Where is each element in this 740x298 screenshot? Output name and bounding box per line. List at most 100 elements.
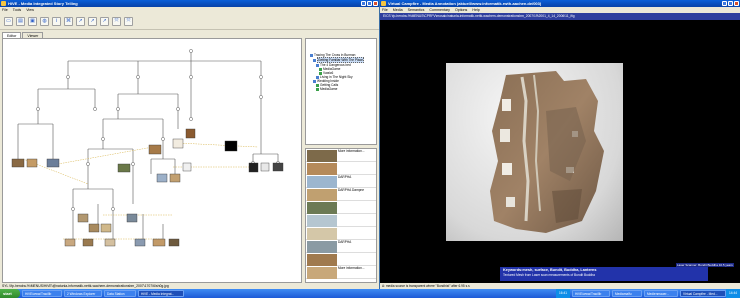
taskbar-item[interactable]: HiVE/www/Trac/lib xyxy=(572,290,611,297)
minimize-button[interactable] xyxy=(361,1,366,6)
menu-tools[interactable]: Tools xyxy=(13,7,21,13)
media-thumb xyxy=(152,238,166,247)
media-list-item[interactable] xyxy=(306,214,376,227)
media-list-label: DARPHA xyxy=(338,175,352,179)
open-folder-icon[interactable]: ▤ xyxy=(16,16,25,26)
media-thumb xyxy=(172,138,184,149)
info-icon[interactable]: i xyxy=(52,16,61,26)
story-node-icon xyxy=(313,58,316,62)
media-thumbnail xyxy=(306,214,337,227)
media-thumbnail xyxy=(306,253,337,266)
add-media-icon[interactable]: ↗ xyxy=(88,16,97,26)
story-outline[interactable]: Tracing The Cross in Burman Getting Famil… xyxy=(305,38,377,145)
media-thumb xyxy=(126,213,138,223)
menu-view[interactable]: View xyxy=(26,7,34,13)
link-icon[interactable]: ⌘ xyxy=(64,16,73,26)
outline-item[interactable]: MediaGame xyxy=(310,87,374,91)
cross-links xyxy=(22,142,259,240)
minimize-button[interactable] xyxy=(722,1,727,6)
media-thumb xyxy=(182,162,192,172)
taskbar-item[interactable]: Data Station xyxy=(104,290,136,297)
add-link-icon[interactable]: ↗ xyxy=(100,16,109,26)
close-button[interactable] xyxy=(373,1,378,6)
start-button[interactable]: start xyxy=(0,289,20,298)
media-thumbnail xyxy=(306,175,337,188)
media-thumbnail xyxy=(306,188,337,201)
media-list-item[interactable] xyxy=(306,162,376,175)
story-node-icon xyxy=(313,79,316,83)
menu-file[interactable]: File xyxy=(2,7,8,13)
editor-tabs: Editor Viewer xyxy=(0,30,379,38)
story-tree-canvas[interactable] xyxy=(2,38,302,283)
collapse-icon[interactable]: ⤧ xyxy=(124,16,133,26)
hive-titlebar[interactable]: HiVE - Media Integrated Story Telling xyxy=(0,0,379,7)
media-list-item[interactable]: More information... xyxy=(306,266,376,279)
3d-viewer[interactable] xyxy=(446,63,623,241)
close-button[interactable] xyxy=(734,1,739,6)
media-thumb xyxy=(185,128,196,139)
maximize-button[interactable] xyxy=(367,1,372,6)
media-thumb xyxy=(168,238,180,247)
media-thumbnail xyxy=(306,266,337,279)
media-list-label xyxy=(337,253,338,265)
hive-window: HiVE - Media Integrated Story Telling Fi… xyxy=(0,0,379,289)
media-node-icon xyxy=(319,67,322,71)
media-thumb xyxy=(134,238,146,247)
media-thumbnail xyxy=(306,227,337,240)
taskbar-item[interactable]: 2 Windows Explorer xyxy=(64,290,102,297)
media-list-item[interactable]: DARPHA xyxy=(306,175,376,188)
media-caption: Keywords:mesh, surface, Bundit, Buddha, … xyxy=(500,267,708,281)
media-thumb xyxy=(224,140,238,152)
textured-mesh-image[interactable] xyxy=(486,71,606,236)
hive-toolbar: ▭ ▤ ▣ ◍ i ⌘ ↗ ↗ ↗ ⤧ ⤧ xyxy=(0,13,379,30)
clock-right: 14:44 xyxy=(726,289,740,298)
taskbar-item[interactable]: Medienmauer... xyxy=(644,290,679,297)
save-icon[interactable]: ▣ xyxy=(28,16,37,26)
taskbar-item[interactable]: Mediamalfu xyxy=(612,290,643,297)
media-list-item[interactable]: More information... xyxy=(306,149,376,162)
media-list-item[interactable] xyxy=(306,227,376,240)
media-list[interactable]: More information... DARPHA DARPHA Dampne DA… xyxy=(305,148,377,283)
media-thumb xyxy=(26,158,38,168)
tree-nodes xyxy=(36,49,280,211)
app-icon xyxy=(1,1,6,6)
taskbar-item[interactable]: Virtual Campfire - Med... xyxy=(680,290,727,297)
hive-side-panel: Tracing The Cross in Burman Getting Famil… xyxy=(305,38,377,283)
maximize-button[interactable] xyxy=(728,1,733,6)
media-thumb xyxy=(46,158,60,168)
media-list-item[interactable] xyxy=(306,201,376,214)
media-thumbnail xyxy=(306,201,337,214)
expand-icon[interactable]: ⤧ xyxy=(112,16,121,26)
media-thumb xyxy=(148,144,162,155)
media-thumb xyxy=(260,162,270,172)
media-thumb xyxy=(11,158,25,168)
media-node-icon xyxy=(316,83,319,87)
media-thumb xyxy=(169,173,181,183)
media-thumbnail xyxy=(306,240,337,253)
arrange-icon[interactable]: ◍ xyxy=(40,16,49,26)
media-path: EICS \fp-hendra-%\MENUS\CPRFV\mosaic\nat… xyxy=(380,13,740,20)
media-thumb xyxy=(82,238,94,247)
campfire-window: Virtual Campfire - Media Annotation (akt… xyxy=(380,0,740,289)
media-list-item[interactable]: DARPHA xyxy=(306,240,376,253)
media-thumb xyxy=(272,162,284,172)
taskbar-item[interactable]: HiVE/www/Trac/lib xyxy=(22,290,62,297)
story-node-icon xyxy=(310,53,313,57)
taskbar-item[interactable]: HiVE - Media Integrat... xyxy=(138,290,184,297)
add-node-icon[interactable]: ↗ xyxy=(76,16,85,26)
media-list-label xyxy=(337,162,338,174)
media-list-item[interactable] xyxy=(306,253,376,266)
campfire-title: Virtual Campfire - Media Annotation (akt… xyxy=(388,1,542,6)
media-list-item[interactable]: DARPHA Dampne xyxy=(306,188,376,201)
media-thumb xyxy=(64,238,76,247)
campfire-titlebar[interactable]: Virtual Campfire - Media Annotation (akt… xyxy=(380,0,740,7)
new-icon[interactable]: ▭ xyxy=(4,16,13,26)
story-tree-graph[interactable] xyxy=(3,39,303,284)
media-thumb xyxy=(104,238,116,247)
media-thumb xyxy=(156,173,168,183)
media-list-label xyxy=(337,227,338,239)
caption-description: Textured Mesh from Laser scan measuremen… xyxy=(503,273,595,277)
media-thumb xyxy=(248,162,259,173)
outline-item-label: MediaGame xyxy=(320,87,338,91)
media-list-label xyxy=(337,214,338,226)
